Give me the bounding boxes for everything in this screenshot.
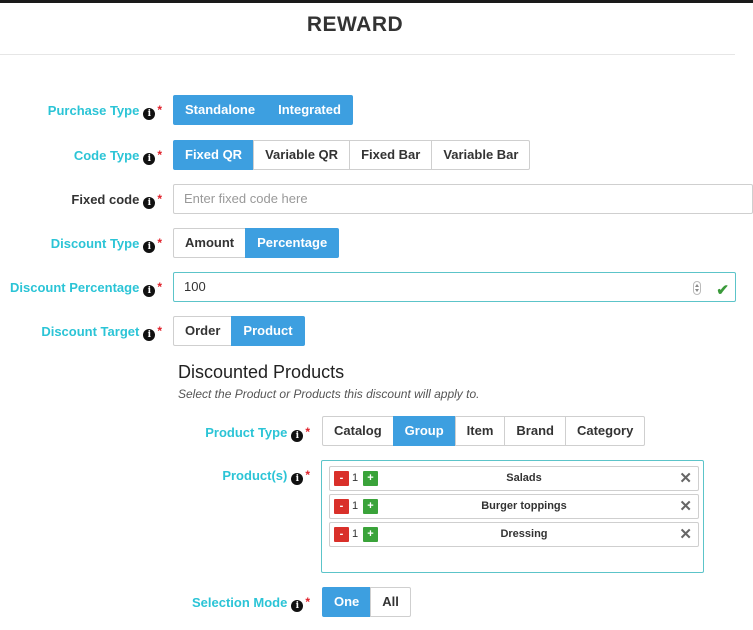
info-icon[interactable]: i bbox=[143, 241, 156, 253]
page-header: REWARD bbox=[0, 3, 735, 55]
product-quantity: 1 bbox=[352, 528, 359, 540]
purchase-type-integrated-option[interactable]: Integrated bbox=[266, 95, 353, 125]
product-type-category-option[interactable]: Category bbox=[564, 416, 646, 446]
decrement-button[interactable]: - bbox=[334, 471, 349, 486]
discount-type-amount-option[interactable]: Amount bbox=[173, 228, 247, 258]
info-icon[interactable]: i bbox=[291, 600, 304, 612]
increment-button[interactable]: + bbox=[363, 527, 378, 542]
info-icon[interactable]: i bbox=[143, 329, 156, 341]
required-asterisk: * bbox=[157, 280, 162, 294]
code-type-toggle: Fixed QR Variable QR Fixed Bar Variable … bbox=[173, 140, 531, 170]
fixed-code-input[interactable]: Enter fixed code here bbox=[173, 184, 753, 214]
info-icon[interactable]: i bbox=[291, 473, 304, 485]
code-type-label: Code Type i * bbox=[73, 148, 162, 165]
decrement-button[interactable]: - bbox=[334, 499, 349, 514]
product-type-label: Product Type i * bbox=[205, 425, 310, 442]
product-row: - 1 + Salads ✕ bbox=[329, 466, 699, 491]
product-name: Burger toppings bbox=[481, 500, 567, 512]
discount-target-product-option[interactable]: Product bbox=[231, 316, 305, 346]
discount-percentage-value: 100 bbox=[184, 279, 206, 294]
product-type-item-option[interactable]: Item bbox=[454, 416, 506, 446]
discount-target-toggle: Order Product bbox=[173, 316, 305, 346]
code-type-variable-qr-option[interactable]: Variable QR bbox=[253, 140, 351, 170]
fixed-code-label: Fixed code i * bbox=[71, 192, 162, 209]
product-type-brand-option[interactable]: Brand bbox=[504, 416, 566, 446]
discount-percentage-label-cell: Discount Percentage i * bbox=[0, 272, 162, 306]
fixed-code-label-cell: Fixed code i * bbox=[0, 184, 162, 218]
purchase-type-label: Purchase Type i * bbox=[47, 103, 162, 120]
product-type-catalog-option[interactable]: Catalog bbox=[322, 416, 394, 446]
selection-mode-label-cell: Selection Mode i * bbox=[0, 587, 310, 621]
required-asterisk: * bbox=[157, 148, 162, 162]
products-list[interactable]: - 1 + Salads ✕ - 1 + Burger toppings ✕ -… bbox=[321, 460, 704, 573]
info-icon[interactable]: i bbox=[291, 430, 304, 442]
product-name: Dressing bbox=[500, 528, 548, 540]
product-quantity: 1 bbox=[352, 472, 359, 484]
increment-button[interactable]: + bbox=[363, 499, 378, 514]
discount-percentage-input[interactable]: 100 ✔ bbox=[173, 272, 736, 302]
number-spinner[interactable] bbox=[693, 281, 701, 295]
product-type-toggle: Catalog Group Item Brand Category bbox=[322, 416, 646, 446]
discounted-products-title: Discounted Products bbox=[178, 362, 345, 382]
product-quantity: 1 bbox=[352, 500, 359, 512]
discount-percentage-label: Discount Percentage i * bbox=[10, 280, 162, 297]
product-type-group-option[interactable]: Group bbox=[392, 416, 456, 446]
decrement-button[interactable]: - bbox=[334, 527, 349, 542]
discount-target-label: Discount Target i * bbox=[41, 324, 162, 341]
info-icon[interactable]: i bbox=[143, 197, 156, 209]
discount-target-order-option[interactable]: Order bbox=[173, 316, 233, 346]
purchase-type-toggle: Standalone Integrated bbox=[173, 95, 353, 125]
selection-mode-all-option[interactable]: All bbox=[370, 587, 411, 617]
discount-type-percentage-option[interactable]: Percentage bbox=[245, 228, 340, 258]
product-row: - 1 + Dressing ✕ bbox=[329, 522, 699, 547]
info-icon[interactable]: i bbox=[143, 285, 156, 297]
close-icon[interactable]: ✕ bbox=[679, 497, 692, 517]
code-type-fixed-qr-option[interactable]: Fixed QR bbox=[173, 140, 255, 170]
page-title: REWARD bbox=[306, 13, 404, 36]
required-asterisk: * bbox=[157, 192, 162, 206]
info-icon[interactable]: i bbox=[143, 153, 156, 165]
close-icon[interactable]: ✕ bbox=[679, 469, 692, 489]
required-asterisk: * bbox=[157, 236, 162, 250]
required-asterisk: * bbox=[305, 468, 310, 482]
products-label-cell: Product(s) i * bbox=[0, 460, 310, 494]
product-name: Salads bbox=[506, 472, 542, 484]
product-type-label-cell: Product Type i * bbox=[0, 417, 310, 451]
code-type-fixed-bar-option[interactable]: Fixed Bar bbox=[349, 140, 433, 170]
required-asterisk: * bbox=[305, 595, 310, 609]
discount-target-label-cell: Discount Target i * bbox=[0, 316, 162, 350]
purchase-type-label-cell: Purchase Type i * bbox=[0, 95, 162, 129]
increment-button[interactable]: + bbox=[363, 471, 378, 486]
required-asterisk: * bbox=[305, 425, 310, 439]
info-icon[interactable]: i bbox=[143, 108, 156, 120]
selection-mode-one-option[interactable]: One bbox=[322, 587, 372, 617]
product-row: - 1 + Burger toppings ✕ bbox=[329, 494, 699, 519]
purchase-type-standalone-option[interactable]: Standalone bbox=[173, 95, 268, 125]
required-asterisk: * bbox=[157, 324, 162, 338]
close-icon[interactable]: ✕ bbox=[679, 525, 692, 545]
discount-type-label-cell: Discount Type i * bbox=[0, 228, 162, 262]
selection-mode-toggle: One All bbox=[322, 587, 411, 617]
discount-type-toggle: Amount Percentage bbox=[173, 228, 340, 258]
discounted-products-subtitle: Select the Product or Products this disc… bbox=[178, 387, 480, 401]
selection-mode-label: Selection Mode i * bbox=[191, 595, 310, 612]
check-icon: ✔ bbox=[716, 282, 729, 299]
required-asterisk: * bbox=[157, 103, 162, 117]
code-type-variable-bar-option[interactable]: Variable Bar bbox=[431, 140, 531, 170]
code-type-label-cell: Code Type i * bbox=[0, 140, 162, 174]
products-label: Product(s) i * bbox=[222, 468, 310, 485]
discount-type-label: Discount Type i * bbox=[50, 236, 162, 253]
